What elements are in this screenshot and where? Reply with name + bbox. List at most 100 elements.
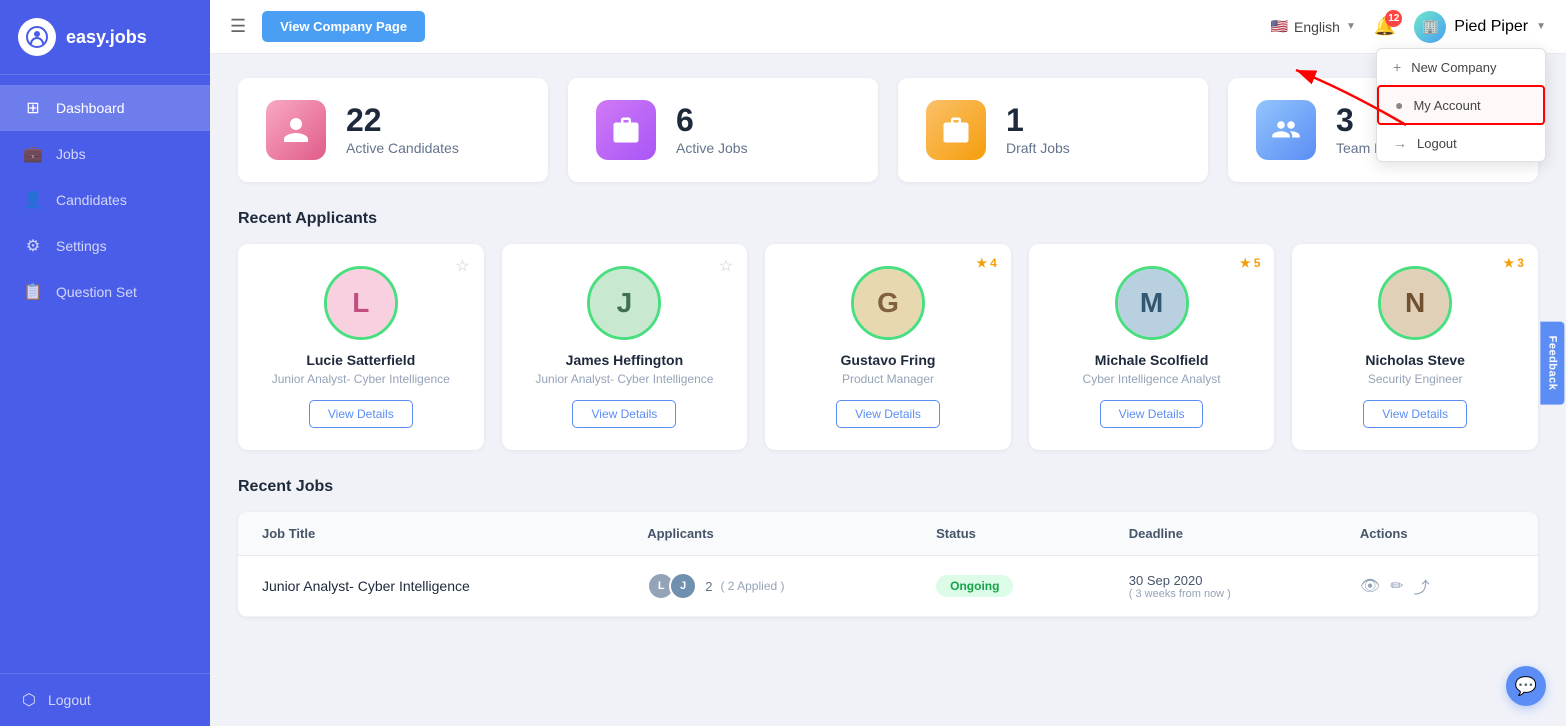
actions-cell: 👁 ✏ ⤴	[1360, 574, 1514, 598]
stat-label: Active Jobs	[676, 140, 748, 156]
avatar-ring: L	[324, 266, 398, 340]
logout-button[interactable]: ⬡ Logout	[22, 690, 188, 710]
avatar: M	[1118, 269, 1186, 337]
dropdown-logout-option[interactable]: → Logout	[1377, 125, 1545, 161]
chat-button[interactable]: 💬	[1506, 666, 1546, 706]
star-button[interactable]: ☆	[455, 256, 469, 276]
col-applicants: Applicants	[647, 526, 936, 541]
star-icon: ★	[976, 256, 987, 270]
notification-badge: 12	[1385, 10, 1402, 27]
flag-icon: 🇺🇸	[1271, 18, 1288, 35]
dropdown-item-label: My Account	[1413, 98, 1480, 113]
star-rating: ★ 4	[976, 256, 996, 270]
sidebar-item-label: Dashboard	[56, 100, 125, 116]
sidebar-item-jobs[interactable]: 💼 Jobs	[0, 131, 210, 177]
sidebar-bottom: ⬡ Logout	[0, 673, 210, 726]
hamburger-icon[interactable]: ☰	[230, 16, 246, 37]
sidebar: easy.jobs ⊞ Dashboard 💼 Jobs 👤 Candidate…	[0, 0, 210, 726]
settings-icon: ⚙	[22, 236, 44, 256]
applicant-name: Gustavo Fring	[841, 352, 936, 368]
rating-value: 5	[1254, 256, 1261, 270]
applicant-name: James Heffington	[566, 352, 683, 368]
view-details-button[interactable]: View Details	[1100, 400, 1204, 428]
question-set-icon: 📋	[22, 282, 44, 302]
my-account-option[interactable]: ● My Account	[1377, 85, 1545, 125]
view-company-button[interactable]: View Company Page	[262, 11, 425, 42]
jobs-icon: 💼	[22, 144, 44, 164]
avatar: L	[327, 269, 395, 337]
status-badge: Ongoing	[936, 575, 1013, 597]
feedback-tab[interactable]: Feedback	[1541, 322, 1565, 405]
rating-value: 4	[990, 256, 997, 270]
sidebar-nav: ⊞ Dashboard 💼 Jobs 👤 Candidates ⚙ Settin…	[0, 75, 210, 673]
share-action-icon[interactable]: ⤴	[1414, 574, 1430, 598]
job-title: Junior Analyst- Cyber Intelligence	[262, 578, 647, 594]
stat-card-active-jobs: 6 Active Jobs	[568, 78, 878, 182]
topbar-right: 🇺🇸 English ▼ 🔔 12 🏢 Pied Piper ▼	[1271, 11, 1546, 43]
col-status: Status	[936, 526, 1129, 541]
dropdown-item-label: Logout	[1417, 136, 1457, 151]
sidebar-item-label: Settings	[56, 238, 107, 254]
stat-card-draft-jobs: 1 Draft Jobs	[898, 78, 1208, 182]
star-rating: ★ 5	[1240, 256, 1260, 270]
view-details-button[interactable]: View Details	[572, 400, 676, 428]
star-button[interactable]: ☆	[719, 256, 733, 276]
applicant-role: Junior Analyst- Cyber Intelligence	[535, 372, 713, 386]
new-company-option[interactable]: + New Company	[1377, 49, 1545, 85]
candidates-stat-icon	[266, 100, 326, 160]
stat-number: 1	[1006, 104, 1070, 136]
stat-label: Draft Jobs	[1006, 140, 1070, 156]
chat-icon: 💬	[1515, 676, 1537, 697]
candidates-icon: 👤	[22, 190, 44, 210]
applicants-cell: L J 2 ( 2 Applied )	[647, 572, 936, 600]
sidebar-item-label: Candidates	[56, 192, 127, 208]
sidebar-item-label: Jobs	[56, 146, 86, 162]
status-cell: Ongoing	[936, 575, 1129, 597]
star-icon: ★	[1240, 256, 1251, 270]
logout-label: Logout	[48, 692, 91, 708]
applicant-role: Junior Analyst- Cyber Intelligence	[272, 372, 450, 386]
view-details-button[interactable]: View Details	[309, 400, 413, 428]
sidebar-item-question-set[interactable]: 📋 Question Set	[0, 269, 210, 315]
applicant-card: ★ 5 M Michale Scolfield Cyber Intelligen…	[1029, 244, 1275, 450]
edit-action-icon[interactable]: ✏	[1390, 576, 1403, 596]
star-icon: ★	[1504, 256, 1515, 270]
applicant-name: Michale Scolfield	[1095, 352, 1209, 368]
table-header: Job Title Applicants Status Deadline Act…	[238, 512, 1538, 556]
stat-info: 6 Active Jobs	[676, 104, 748, 156]
stat-info: 1 Draft Jobs	[1006, 104, 1070, 156]
account-dropdown: + New Company ● My Account → Logout	[1376, 48, 1546, 162]
sidebar-item-settings[interactable]: ⚙ Settings	[0, 223, 210, 269]
deadline-date: 30 Sep 2020	[1129, 573, 1360, 588]
notifications-button[interactable]: 🔔 12	[1374, 16, 1396, 37]
rating-value: 3	[1517, 256, 1524, 270]
view-action-icon[interactable]: 👁	[1360, 576, 1380, 596]
deadline-relative: ( 3 weeks from now )	[1129, 588, 1360, 600]
draft-jobs-stat-icon	[926, 100, 986, 160]
view-details-button[interactable]: View Details	[836, 400, 940, 428]
app-name: easy.jobs	[66, 27, 147, 48]
table-row: Junior Analyst- Cyber Intelligence L J 2…	[238, 556, 1538, 617]
user-chevron-icon: ▼	[1536, 21, 1546, 32]
logo-icon	[18, 18, 56, 56]
user-menu-button[interactable]: 🏢 Pied Piper ▼	[1414, 11, 1546, 43]
language-label: English	[1294, 19, 1340, 35]
team-stat-icon	[1256, 100, 1316, 160]
recent-jobs-title: Recent Jobs	[238, 478, 1538, 496]
language-selector[interactable]: 🇺🇸 English ▼	[1271, 18, 1356, 35]
avatar: 🏢	[1414, 11, 1446, 43]
plus-icon: +	[1393, 59, 1401, 75]
dashboard-icon: ⊞	[22, 98, 44, 118]
avatar-ring: G	[851, 266, 925, 340]
applicant-name: Lucie Satterfield	[306, 352, 415, 368]
col-actions: Actions	[1360, 526, 1514, 541]
main-content: ☰ View Company Page 🇺🇸 English ▼ 🔔 12 🏢 …	[210, 0, 1566, 726]
applicant-card: ★ 3 N Nicholas Steve Security Engineer V…	[1292, 244, 1538, 450]
sidebar-item-candidates[interactable]: 👤 Candidates	[0, 177, 210, 223]
applicant-role: Cyber Intelligence Analyst	[1083, 372, 1221, 386]
sidebar-item-dashboard[interactable]: ⊞ Dashboard	[0, 85, 210, 131]
stat-label: Active Candidates	[346, 140, 459, 156]
page-content: 22 Active Candidates 6 Active Jobs 1	[210, 54, 1566, 726]
stat-info: 22 Active Candidates	[346, 104, 459, 156]
view-details-button[interactable]: View Details	[1363, 400, 1467, 428]
